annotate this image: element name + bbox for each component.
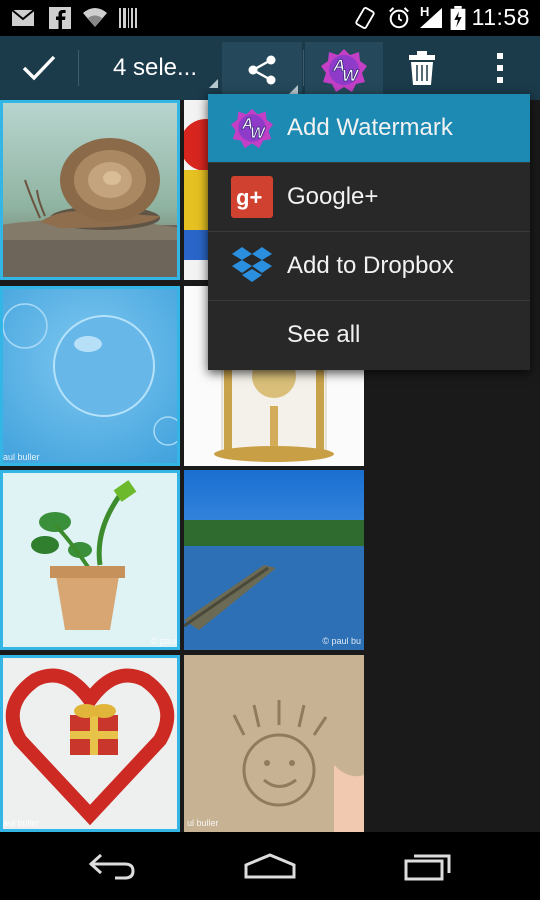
overflow-menu-icon xyxy=(497,53,503,83)
share-menu-popup: A W Add Watermark g+ Google+ Add to Drop… xyxy=(208,94,530,370)
facebook-icon xyxy=(49,7,71,29)
add-watermark-button[interactable]: A W xyxy=(305,42,383,98)
selection-count-label: 4 sele... xyxy=(112,54,198,81)
watermark-text: aul buller xyxy=(3,818,40,828)
menu-item-google-plus[interactable]: g+ Google+ xyxy=(208,163,530,231)
svg-text:W: W xyxy=(342,66,360,85)
watermark-text: aul buller xyxy=(3,452,40,462)
svg-text:g+: g+ xyxy=(236,185,262,210)
dropdown-indicator xyxy=(209,79,218,88)
photo-thumbnail xyxy=(184,470,364,650)
done-button[interactable] xyxy=(0,36,78,100)
home-button[interactable] xyxy=(230,842,310,890)
watermark-text: © paul xyxy=(150,636,177,646)
contextual-action-bar: 4 sele... A W xyxy=(0,36,540,100)
watermark-text: ul buller xyxy=(187,818,219,828)
photo-tile-plant[interactable]: © paul xyxy=(0,470,180,650)
photo-tile-snail[interactable] xyxy=(0,100,180,280)
alarm-icon xyxy=(389,7,409,29)
photo-thumbnail xyxy=(0,470,180,650)
add-watermark-app-icon: A W xyxy=(321,49,367,92)
vibrate-icon xyxy=(355,6,375,30)
google-plus-icon: g+ xyxy=(231,176,273,218)
photo-thumbnail xyxy=(0,286,180,466)
barcode-icon xyxy=(119,8,137,28)
share-dropdown-indicator xyxy=(289,85,298,94)
photo-tile-heart[interactable]: aul buller xyxy=(0,655,180,832)
home-icon xyxy=(244,853,296,879)
back-button[interactable] xyxy=(72,842,152,890)
delete-button[interactable] xyxy=(390,36,454,100)
wifi-icon xyxy=(83,8,107,27)
photo-thumbnail xyxy=(0,100,180,280)
menu-item-dropbox[interactable]: Add to Dropbox xyxy=(208,232,530,300)
dropbox-icon xyxy=(232,247,272,282)
menu-item-label: Google+ xyxy=(287,183,379,210)
photo-thumbnail xyxy=(184,655,364,832)
signal-icon xyxy=(420,8,442,28)
recent-apps-icon xyxy=(404,854,451,881)
svg-text:W: W xyxy=(250,125,266,142)
photo-thumbnail xyxy=(0,655,180,832)
action-bar-divider xyxy=(303,50,304,86)
watermark-text: © paul bu xyxy=(322,636,361,646)
photo-tile-lake[interactable]: © paul bu xyxy=(184,470,364,650)
back-icon xyxy=(88,853,135,880)
navigation-bar xyxy=(0,832,540,900)
menu-item-see-all[interactable]: See all xyxy=(208,301,530,369)
share-icon xyxy=(248,55,276,85)
status-bar: H 11:58 xyxy=(0,0,540,36)
clock-time: 11:58 xyxy=(471,4,530,30)
menu-item-label: See all xyxy=(287,321,361,348)
menu-item-add-watermark[interactable]: A W Add Watermark xyxy=(208,94,530,162)
selection-count-dropdown[interactable]: 4 sele... xyxy=(90,36,220,100)
email-icon xyxy=(11,9,35,26)
check-icon xyxy=(22,55,56,81)
recent-apps-button[interactable] xyxy=(388,842,468,890)
photo-tile-sand[interactable]: ul buller xyxy=(184,655,364,832)
photo-tile-bubble[interactable]: aul buller xyxy=(0,286,180,466)
overflow-menu-button[interactable] xyxy=(468,36,532,100)
share-button[interactable] xyxy=(222,42,302,98)
action-bar-divider xyxy=(78,50,79,86)
trash-icon xyxy=(409,51,435,85)
menu-item-label: Add Watermark xyxy=(287,114,453,141)
menu-item-label: Add to Dropbox xyxy=(287,252,454,279)
battery-charging-icon xyxy=(450,6,466,30)
add-watermark-app-icon: A W xyxy=(231,108,273,149)
